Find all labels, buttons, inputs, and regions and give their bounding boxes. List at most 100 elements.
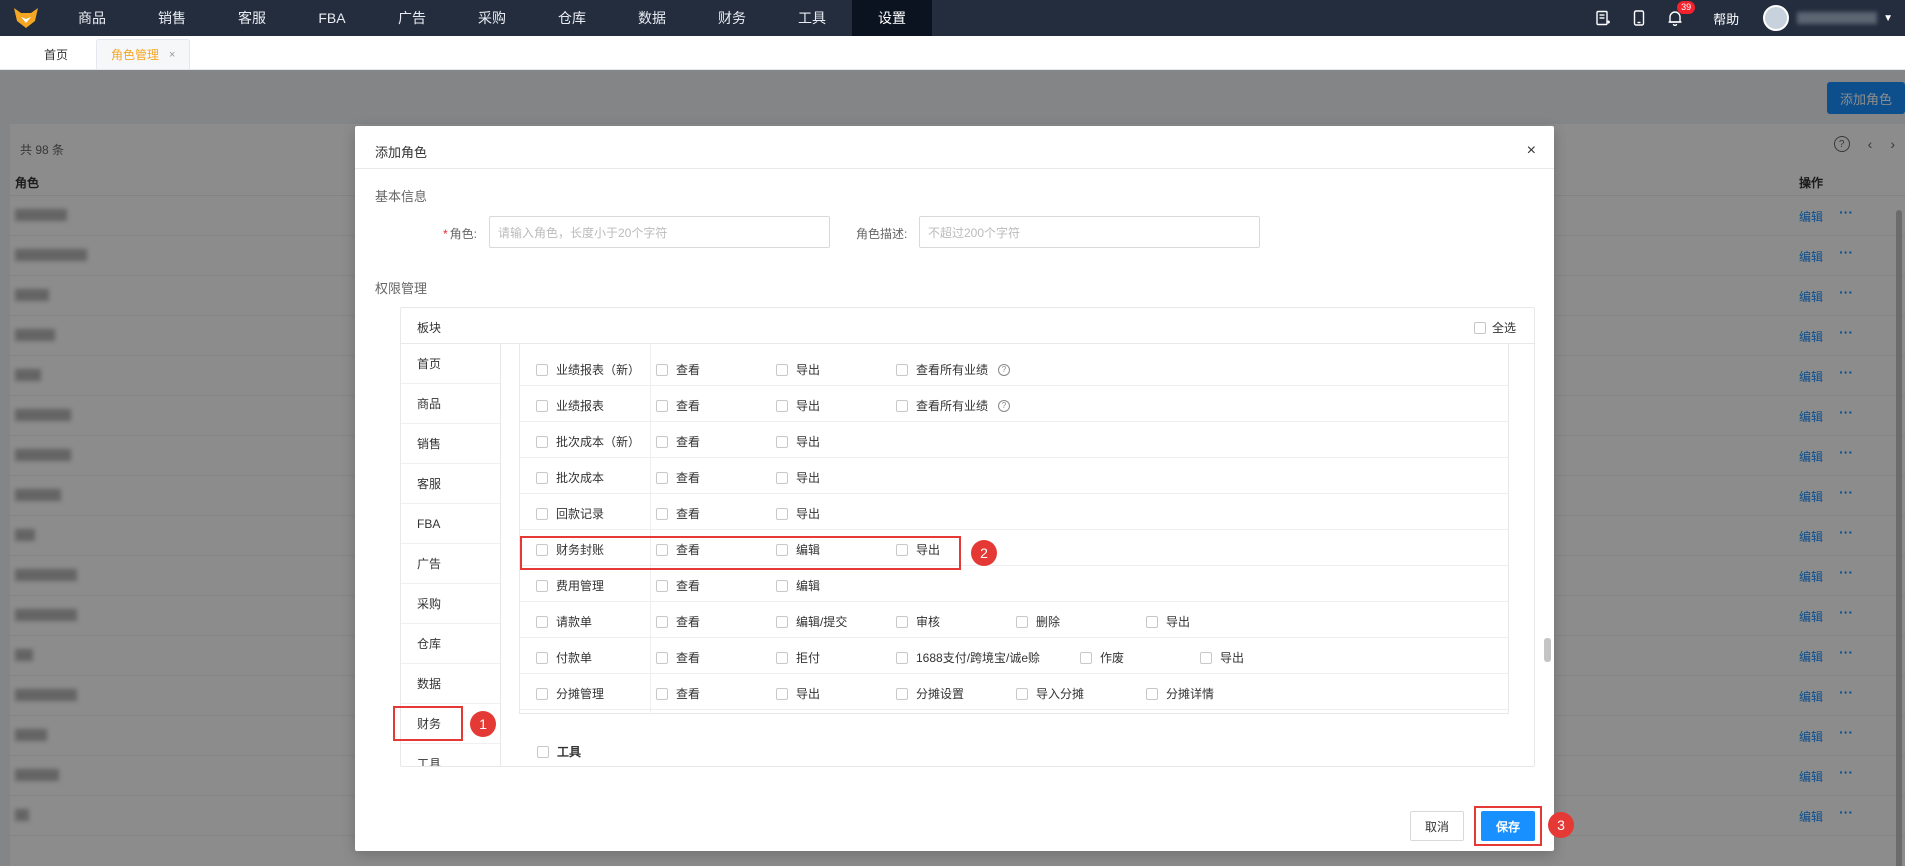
close-icon[interactable]: × [1527, 142, 1536, 160]
module-item[interactable]: 首页 [401, 344, 500, 384]
permission-checkbox[interactable]: 查看 [656, 469, 700, 486]
nav-item[interactable]: 商品 [52, 0, 132, 36]
checkbox[interactable] [776, 399, 788, 412]
tool-section-row[interactable]: 工具 [537, 743, 581, 760]
checkbox[interactable] [776, 579, 788, 592]
permission-row-checkbox[interactable]: 批次成本（新） [536, 433, 640, 450]
permission-checkbox[interactable]: 导出 [776, 361, 820, 378]
permission-row-checkbox[interactable]: 付款单 [536, 649, 592, 666]
checkbox[interactable] [776, 471, 788, 484]
checkbox[interactable] [1146, 615, 1158, 628]
help-icon[interactable]: ? [998, 363, 1011, 376]
fox-logo-icon[interactable] [0, 0, 52, 36]
role-desc-input[interactable]: 不超过200个字符 [919, 216, 1260, 248]
checkbox[interactable] [656, 687, 668, 700]
checkbox[interactable] [536, 579, 548, 592]
task-list-icon[interactable] [1585, 0, 1621, 36]
checkbox[interactable] [896, 363, 908, 376]
permission-checkbox[interactable]: 查看所有业绩? [896, 397, 1011, 414]
permission-row-checkbox[interactable]: 回款记录 [536, 505, 604, 522]
bell-icon[interactable]: 39 [1657, 0, 1696, 36]
permission-checkbox[interactable]: 导出 [776, 397, 820, 414]
permission-checkbox[interactable]: 导出 [776, 433, 820, 450]
checkbox[interactable] [1200, 651, 1212, 664]
help-icon[interactable]: ? [998, 399, 1011, 412]
checkbox[interactable] [1016, 615, 1028, 628]
nav-item[interactable]: 销售 [132, 0, 212, 36]
tab-home[interactable]: 首页 [30, 39, 82, 69]
permission-checkbox[interactable]: 导入分摊 [1016, 685, 1084, 702]
permission-checkbox[interactable]: 拒付 [776, 649, 820, 666]
checkbox[interactable] [1146, 687, 1158, 700]
permission-checkbox[interactable]: 审核 [896, 613, 940, 630]
permission-checkbox[interactable]: 导出 [1146, 613, 1190, 630]
permission-row-checkbox[interactable]: 业绩报表 [536, 397, 604, 414]
permission-checkbox[interactable]: 查看 [656, 577, 700, 594]
checkbox[interactable] [536, 363, 548, 376]
checkbox[interactable] [896, 687, 908, 700]
checkbox[interactable] [776, 615, 788, 628]
checkbox[interactable] [896, 399, 908, 412]
checkbox[interactable] [1080, 651, 1092, 664]
cancel-button[interactable]: 取消 [1410, 811, 1464, 841]
close-icon[interactable]: × [169, 49, 175, 61]
permission-checkbox[interactable]: 导出 [1200, 649, 1244, 666]
checkbox[interactable] [536, 471, 548, 484]
permission-checkbox[interactable]: 分摊详情 [1146, 685, 1214, 702]
nav-item[interactable]: 采购 [452, 0, 532, 36]
permission-checkbox[interactable]: 1688支付/跨境宝/诚e赊 [896, 649, 1040, 666]
permission-checkbox[interactable]: 编辑 [776, 577, 820, 594]
module-item[interactable]: 仓库 [401, 624, 500, 664]
permission-checkbox[interactable]: 导出 [776, 505, 820, 522]
avatar[interactable] [1763, 5, 1790, 31]
role-input[interactable]: 请输入角色，长度小于20个字符 [489, 216, 830, 248]
permission-checkbox[interactable]: 查看 [656, 649, 700, 666]
permission-row-checkbox[interactable]: 请款单 [536, 613, 592, 630]
permission-checkbox[interactable]: 查看 [656, 361, 700, 378]
checkbox[interactable] [656, 471, 668, 484]
nav-item[interactable]: 仓库 [532, 0, 612, 36]
checkbox[interactable] [776, 651, 788, 664]
checkbox[interactable] [536, 399, 548, 412]
checkbox[interactable] [776, 687, 788, 700]
permission-checkbox[interactable]: 查看 [656, 397, 700, 414]
checkbox[interactable] [656, 651, 668, 664]
checkbox[interactable] [656, 579, 668, 592]
permission-checkbox[interactable]: 删除 [1016, 613, 1060, 630]
module-item[interactable]: 广告 [401, 544, 500, 584]
nav-item[interactable]: 广告 [372, 0, 452, 36]
module-item[interactable]: 数据 [401, 664, 500, 704]
permission-row-checkbox[interactable]: 业绩报表（新） [536, 361, 640, 378]
permission-checkbox[interactable]: 查看 [656, 613, 700, 630]
checkbox[interactable] [656, 507, 668, 520]
permission-checkbox[interactable]: 查看 [656, 433, 700, 450]
checkbox[interactable] [776, 435, 788, 448]
permission-row-checkbox[interactable]: 费用管理 [536, 577, 604, 594]
permission-checkbox[interactable]: 查看 [656, 505, 700, 522]
chevron-down-icon[interactable]: ▼ [1883, 13, 1893, 24]
checkbox[interactable] [536, 615, 548, 628]
help-link[interactable]: 帮助 [1693, 9, 1753, 28]
checkbox[interactable] [776, 363, 788, 376]
nav-item[interactable]: 数据 [612, 0, 692, 36]
checkbox[interactable] [536, 687, 548, 700]
nav-item[interactable]: 工具 [772, 0, 852, 36]
permission-checkbox[interactable]: 分摊设置 [896, 685, 964, 702]
nav-item[interactable]: 客服 [212, 0, 292, 36]
tab-role-management[interactable]: 角色管理 × [96, 39, 191, 69]
checkbox[interactable] [1473, 321, 1486, 334]
checkbox[interactable] [656, 435, 668, 448]
module-item[interactable]: 客服 [401, 464, 500, 504]
checkbox[interactable] [656, 615, 668, 628]
checkbox[interactable] [1016, 687, 1028, 700]
permission-checkbox[interactable]: 编辑/提交 [776, 613, 847, 630]
checkbox[interactable] [896, 615, 908, 628]
nav-item[interactable]: FBA [292, 0, 372, 36]
permission-row-checkbox[interactable]: 分摊管理 [536, 685, 604, 702]
nav-item[interactable]: 财务 [692, 0, 772, 36]
permission-checkbox[interactable]: 导出 [776, 469, 820, 486]
permission-checkbox[interactable]: 作废 [1080, 649, 1124, 666]
module-item[interactable]: 采购 [401, 584, 500, 624]
select-all-checkbox[interactable]: 全选 [1473, 319, 1516, 336]
nav-item[interactable]: 设置 [852, 0, 932, 36]
